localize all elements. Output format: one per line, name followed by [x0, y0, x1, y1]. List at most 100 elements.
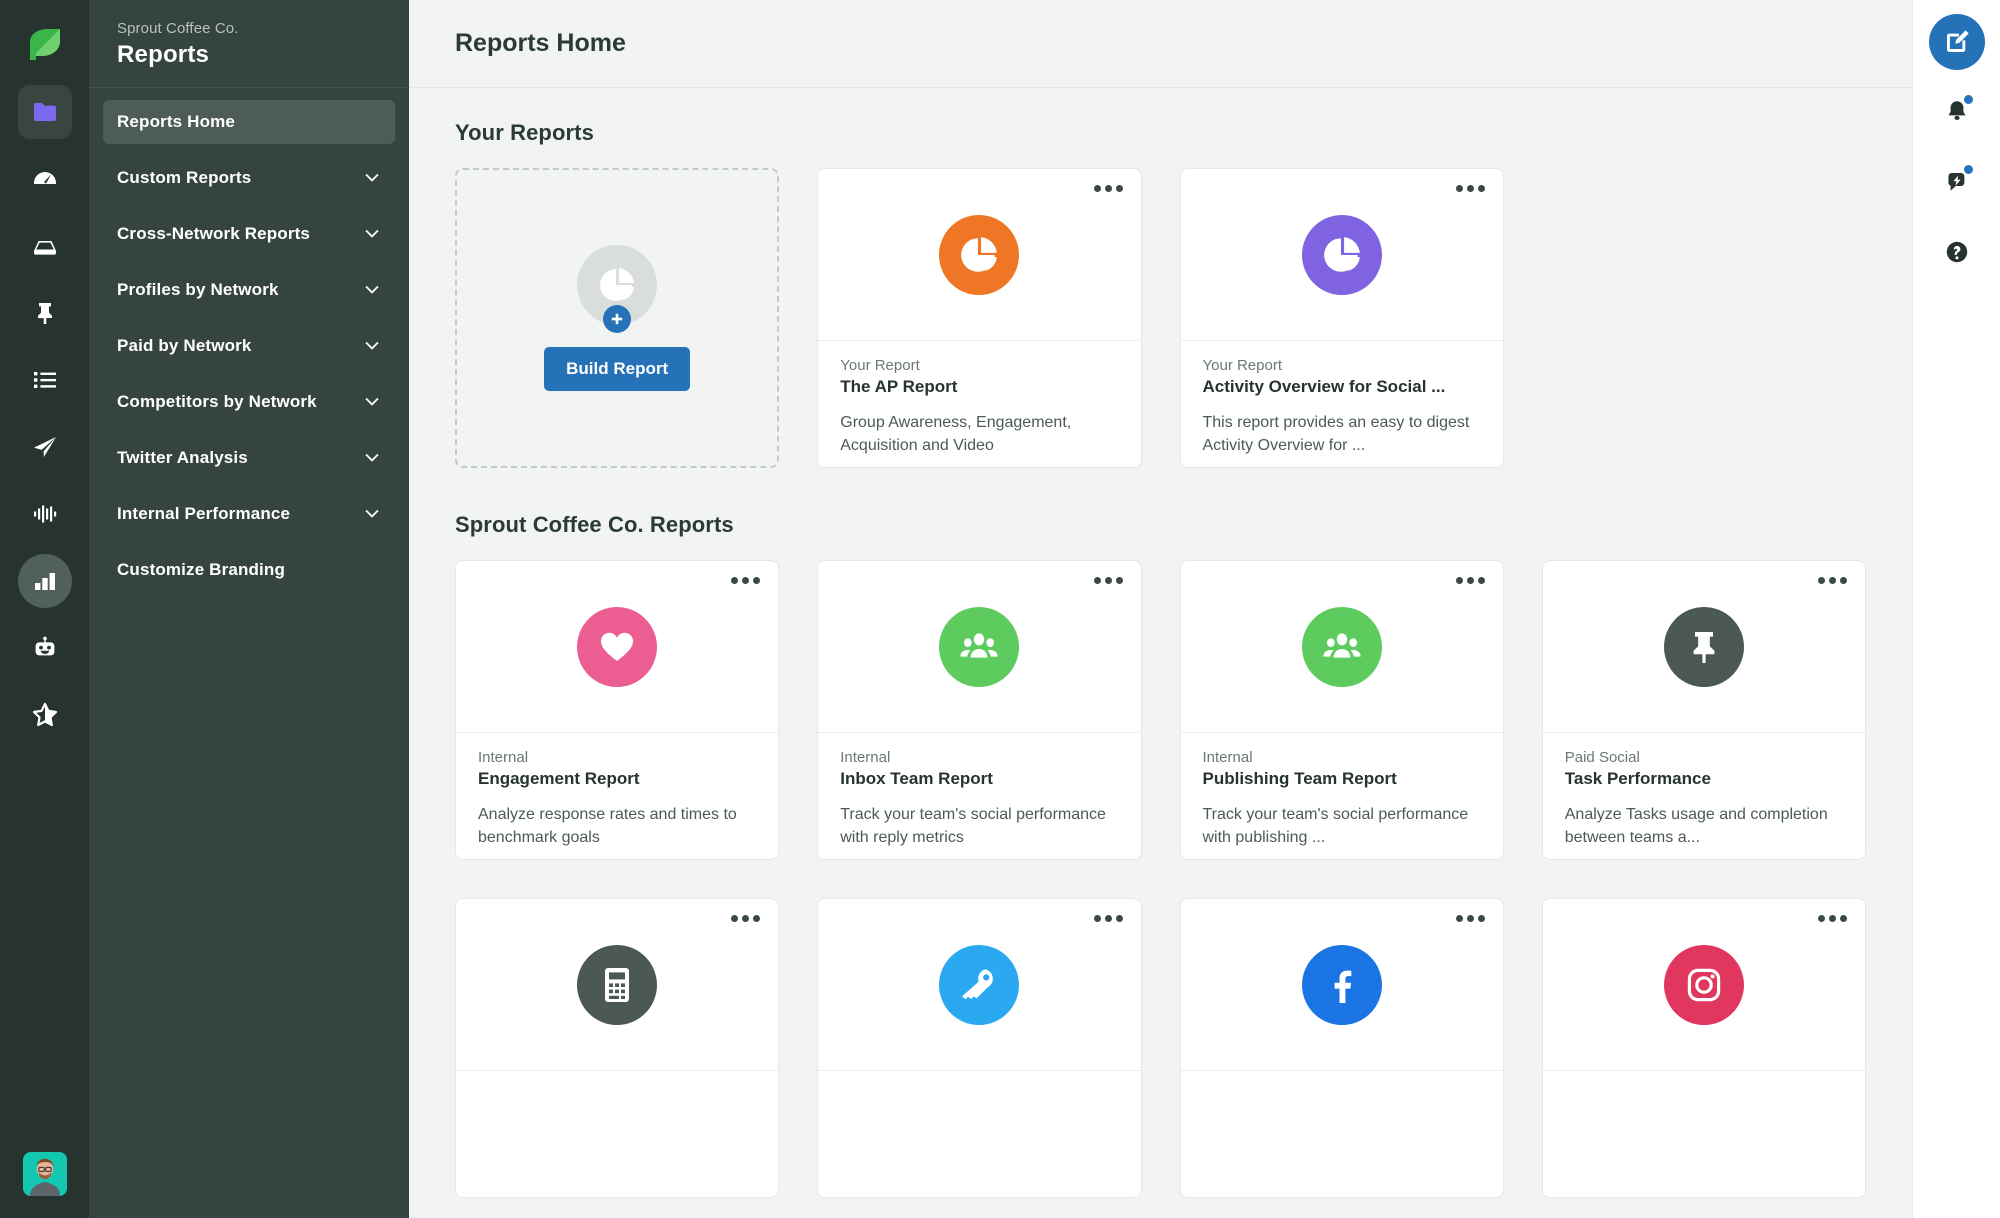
build-report-card[interactable]: Build Report — [455, 168, 780, 468]
sidebar-item-profiles-by-network[interactable]: Profiles by Network — [103, 268, 395, 312]
sidebar-item-paid-by-network[interactable]: Paid by Network — [103, 324, 395, 368]
report-card[interactable]: Your Report The AP Report Group Awareness,… — [817, 168, 1142, 468]
star-icon — [32, 702, 57, 727]
help-icon — [1946, 241, 1967, 263]
folder-icon — [33, 103, 56, 121]
sidebar-item-cross-network-reports[interactable]: Cross-Network Reports — [103, 212, 395, 256]
chevron-down-icon — [363, 505, 381, 523]
rail-item-listening[interactable] — [18, 487, 72, 541]
report-card-category: Paid Social — [1564, 749, 1640, 766]
sidebar-item-internal-performance[interactable]: Internal Performance — [103, 492, 395, 536]
sidebar-nav-list: Reports Home Custom Reports Cross-Network … — [89, 88, 409, 604]
utility-rail — [1912, 0, 2000, 1218]
sidebar-item-competitors-by-network[interactable]: Competitors by Network — [103, 380, 395, 424]
report-card-body: Internal Publishing Team Report Track your… — [1181, 733, 1503, 849]
more-options-icon[interactable] — [1455, 185, 1485, 192]
compose-icon — [1946, 30, 1969, 52]
notifications-button[interactable] — [1929, 84, 1985, 140]
more-options-icon[interactable] — [1093, 577, 1123, 584]
chevron-down-icon — [363, 449, 381, 467]
rail-item-smart-inbox[interactable] — [18, 219, 72, 273]
more-options-icon[interactable] — [731, 915, 761, 922]
app-root: Sprout Coffee Co. Reports Reports Home Cu… — [0, 0, 2000, 1218]
chevron-down-icon — [363, 393, 381, 411]
report-card-description: Analyze response rates and times to benc… — [478, 806, 737, 847]
more-options-icon[interactable] — [1455, 577, 1485, 584]
report-card-thumbnail — [456, 899, 779, 1071]
report-card-category: Internal — [1202, 749, 1253, 766]
report-card-title: Publishing Team Report — [1202, 769, 1397, 788]
org-reports-heading: Sprout Coffee Co. Reports — [455, 512, 734, 537]
report-card[interactable] — [1179, 898, 1504, 1198]
bar-chart-icon — [34, 573, 55, 590]
more-options-icon[interactable] — [1093, 915, 1123, 922]
rail-item-tasks[interactable] — [18, 353, 72, 407]
page-title: Reports Home — [455, 29, 626, 57]
org-name: Sprout Coffee Co. — [117, 20, 239, 37]
report-card-description: Analyze Tasks usage and completion betwe… — [1564, 806, 1828, 847]
reports-sidebar: Sprout Coffee Co. Reports Reports Home Cu… — [89, 0, 409, 1218]
report-card[interactable]: Your Report Activity Overview for Social … — [1179, 168, 1504, 468]
report-card-category: Your Report — [1202, 357, 1283, 374]
rail-item-assets[interactable] — [17, 85, 72, 139]
report-card-thumbnail — [818, 561, 1141, 733]
rail-item-publishing[interactable] — [18, 420, 72, 474]
page-content: Your Reports Build Report Your Report Th… — [409, 88, 1912, 1198]
report-card-thumbnail — [1180, 561, 1503, 733]
whats-new-badge — [1961, 163, 1975, 176]
calculator-icon — [577, 944, 658, 1025]
audio-wave-icon — [33, 505, 56, 523]
report-card-thumbnail — [1180, 899, 1503, 1071]
rail-item-pinned[interactable] — [18, 286, 72, 340]
report-card-category: Your Report — [840, 357, 920, 374]
report-card[interactable]: Internal Inbox Team Report Track your team… — [817, 560, 1142, 860]
report-card-body: Paid Social Task Performance Analyze Tasks… — [1543, 733, 1865, 849]
more-options-icon[interactable] — [1818, 915, 1847, 922]
report-card[interactable] — [1541, 898, 1866, 1198]
report-card-category: Internal — [840, 749, 891, 766]
report-card-thumbnail — [456, 561, 779, 733]
main-region: Reports Home Your Reports Build Report Y… — [409, 0, 2000, 1218]
report-card-title: Engagement Report — [478, 769, 640, 788]
more-options-icon[interactable] — [1455, 915, 1485, 922]
build-report-button[interactable]: Build Report — [544, 347, 691, 391]
sidebar-header: Sprout Coffee Co. Reports — [89, 0, 409, 88]
sidebar-item-label: Custom Reports — [117, 168, 252, 187]
key-icon — [939, 944, 1020, 1025]
chevron-down-icon — [363, 337, 381, 355]
report-card-body: Internal Inbox Team Report Track your team… — [818, 733, 1140, 849]
sidebar-item-twitter-analysis[interactable]: Twitter Analysis — [103, 436, 395, 480]
rail-item-dashboard[interactable] — [18, 152, 72, 206]
facebook-icon — [1301, 944, 1382, 1025]
whats-new-button[interactable] — [1929, 154, 1985, 210]
report-card[interactable] — [817, 898, 1142, 1198]
report-card-body — [1181, 1071, 1503, 1104]
report-card[interactable] — [455, 898, 780, 1198]
report-card-title: The AP Report — [840, 377, 958, 396]
more-options-icon[interactable] — [1818, 577, 1847, 584]
sidebar-item-custom-reports[interactable]: Custom Reports — [103, 156, 395, 200]
compose-button[interactable] — [1928, 14, 1985, 70]
help-button[interactable] — [1929, 224, 1985, 280]
report-card[interactable]: Internal Engagement Report Analyze respons… — [455, 560, 780, 860]
rail-item-reviews[interactable] — [18, 688, 72, 742]
report-card-thumbnail — [818, 169, 1141, 341]
report-card[interactable]: Internal Publishing Team Report Track your… — [1179, 560, 1504, 860]
rail-item-bots[interactable] — [18, 621, 72, 675]
report-card[interactable]: Paid Social Task Performance Analyze Tasks… — [1541, 560, 1866, 860]
sidebar-item-reports-home[interactable]: Reports Home — [103, 100, 395, 144]
your-reports-heading: Your Reports — [455, 120, 594, 145]
more-options-icon[interactable] — [1093, 185, 1123, 192]
sidebar-item-customize-branding[interactable]: Customize Branding — [103, 548, 395, 592]
pin-icon — [37, 303, 52, 324]
group-icon — [1301, 606, 1382, 687]
pie-chart-icon — [1301, 214, 1382, 295]
more-options-icon[interactable] — [731, 577, 761, 584]
sprout-leaf-logo[interactable] — [18, 18, 72, 72]
list-icon — [33, 372, 56, 388]
report-card-description: Track your team's social performance wit… — [1202, 806, 1469, 847]
your-reports-grid: Build Report Your Report The AP Report Gro… — [455, 168, 1866, 468]
user-avatar[interactable] — [22, 1152, 67, 1196]
chevron-down-icon — [363, 281, 381, 299]
rail-item-reports[interactable] — [17, 554, 72, 608]
